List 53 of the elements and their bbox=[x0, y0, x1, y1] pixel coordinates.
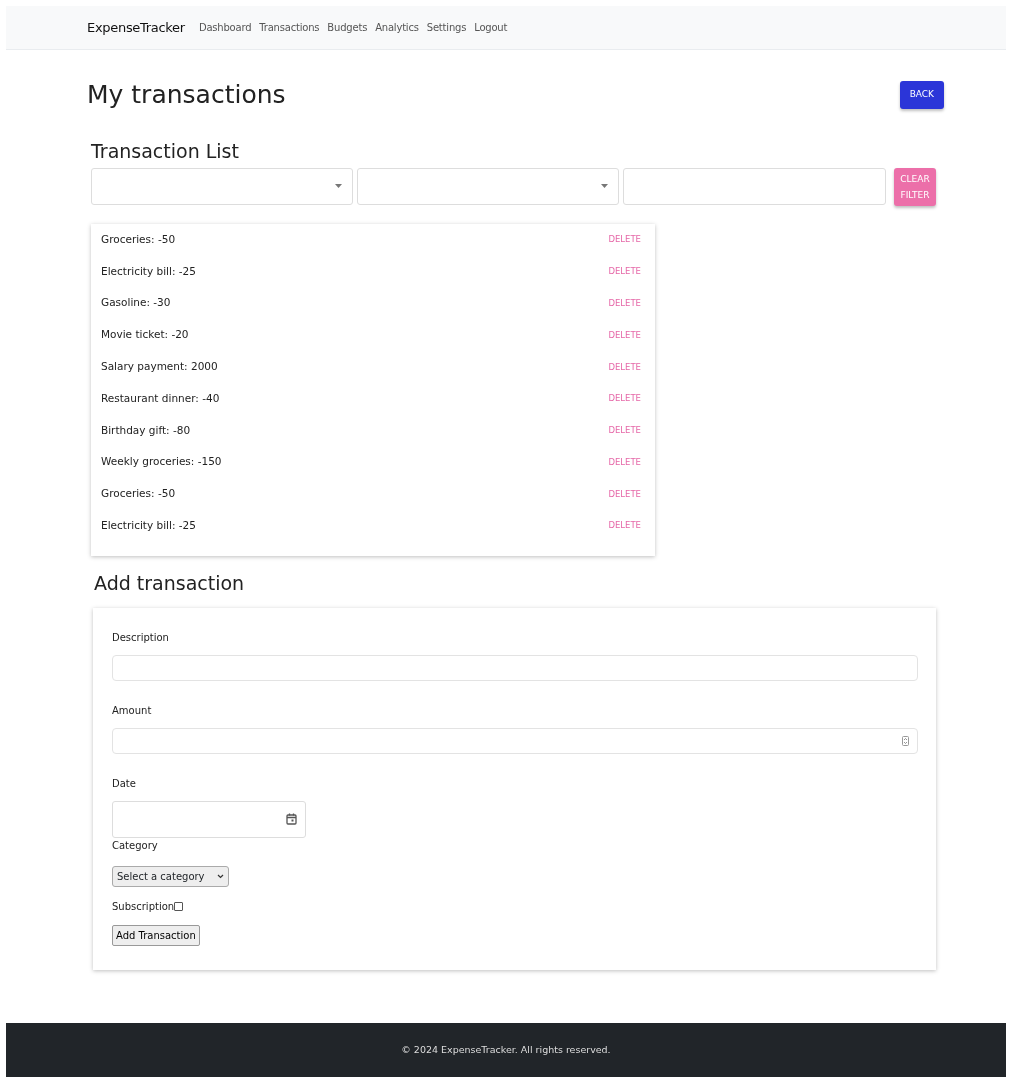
transaction-item: Groceries: -50 bbox=[101, 231, 176, 247]
back-button[interactable]: BACK bbox=[899, 81, 944, 109]
add-transaction-button[interactable]: Add Transaction bbox=[112, 924, 200, 946]
transaction-item: Birthday gift: -80 bbox=[101, 422, 191, 438]
transaction-item: Gasoline: -30 bbox=[101, 295, 171, 311]
calendar-icon[interactable] bbox=[286, 813, 297, 826]
delete-button[interactable]: DELETE bbox=[608, 360, 641, 374]
delete-button[interactable]: DELETE bbox=[608, 487, 641, 501]
delete-button[interactable]: DELETE bbox=[608, 455, 641, 469]
field-label: Amount bbox=[112, 703, 153, 718]
checkbox[interactable] bbox=[174, 901, 184, 911]
text-field[interactable] bbox=[112, 654, 918, 681]
delete-button[interactable]: DELETE bbox=[608, 519, 641, 533]
delete-button[interactable]: DELETE bbox=[608, 265, 641, 278]
field-label: Date bbox=[112, 776, 137, 791]
nav-link[interactable]: Settings bbox=[426, 20, 467, 35]
transaction-item: Salary payment: 2000 bbox=[101, 359, 218, 374]
transaction-item: Electricity bill: -25 bbox=[101, 263, 196, 279]
nav-link[interactable]: Analytics bbox=[375, 20, 419, 35]
delete-button[interactable]: DELETE bbox=[608, 328, 641, 342]
nav-link[interactable]: Budgets bbox=[327, 20, 368, 35]
delete-button[interactable]: DELETE bbox=[608, 392, 641, 406]
transaction-item: Electricity bill: -25 bbox=[101, 518, 196, 533]
field-label: Description bbox=[112, 630, 170, 645]
brand-name: ExpenseTracker bbox=[87, 18, 185, 37]
transaction-item: Movie ticket: -20 bbox=[101, 327, 189, 343]
filter-input[interactable] bbox=[623, 167, 886, 205]
nav-link[interactable]: Dashboard bbox=[198, 20, 252, 35]
nav-link[interactable]: Transactions bbox=[259, 20, 320, 35]
delete-button[interactable]: DELETE bbox=[608, 424, 641, 437]
transaction-item: Weekly groceries: -150 bbox=[101, 454, 222, 470]
nav-link[interactable]: Logout bbox=[474, 20, 508, 35]
clear-filter-button[interactable]: CLEAR FILTER bbox=[894, 167, 936, 206]
select-value: Select a category bbox=[117, 869, 205, 884]
filter-dropdown[interactable] bbox=[91, 167, 353, 205]
field-label: Subscription bbox=[112, 899, 175, 914]
transaction-item: Restaurant dinner: -40 bbox=[101, 390, 220, 406]
dropdown-caret-icon bbox=[601, 184, 608, 189]
delete-button[interactable]: DELETE bbox=[608, 296, 641, 310]
category-select[interactable]: Select a category bbox=[112, 865, 229, 887]
spinner-icon[interactable] bbox=[902, 735, 909, 746]
section-heading: Add transaction bbox=[94, 571, 246, 595]
transaction-item: Groceries: -50 bbox=[101, 486, 176, 502]
filter-dropdown[interactable] bbox=[357, 167, 619, 205]
date-field[interactable] bbox=[112, 800, 306, 838]
chevron-down-icon bbox=[216, 873, 224, 879]
delete-button[interactable]: DELETE bbox=[608, 233, 641, 247]
section-heading: Transaction List bbox=[91, 140, 240, 163]
dropdown-caret-icon bbox=[335, 184, 342, 189]
number-field[interactable] bbox=[112, 727, 918, 754]
page-title: My transactions bbox=[87, 80, 286, 110]
field-label: Category bbox=[112, 838, 159, 853]
copyright-text: © 2024 ExpenseTracker. All rights reserved. bbox=[401, 1042, 611, 1057]
